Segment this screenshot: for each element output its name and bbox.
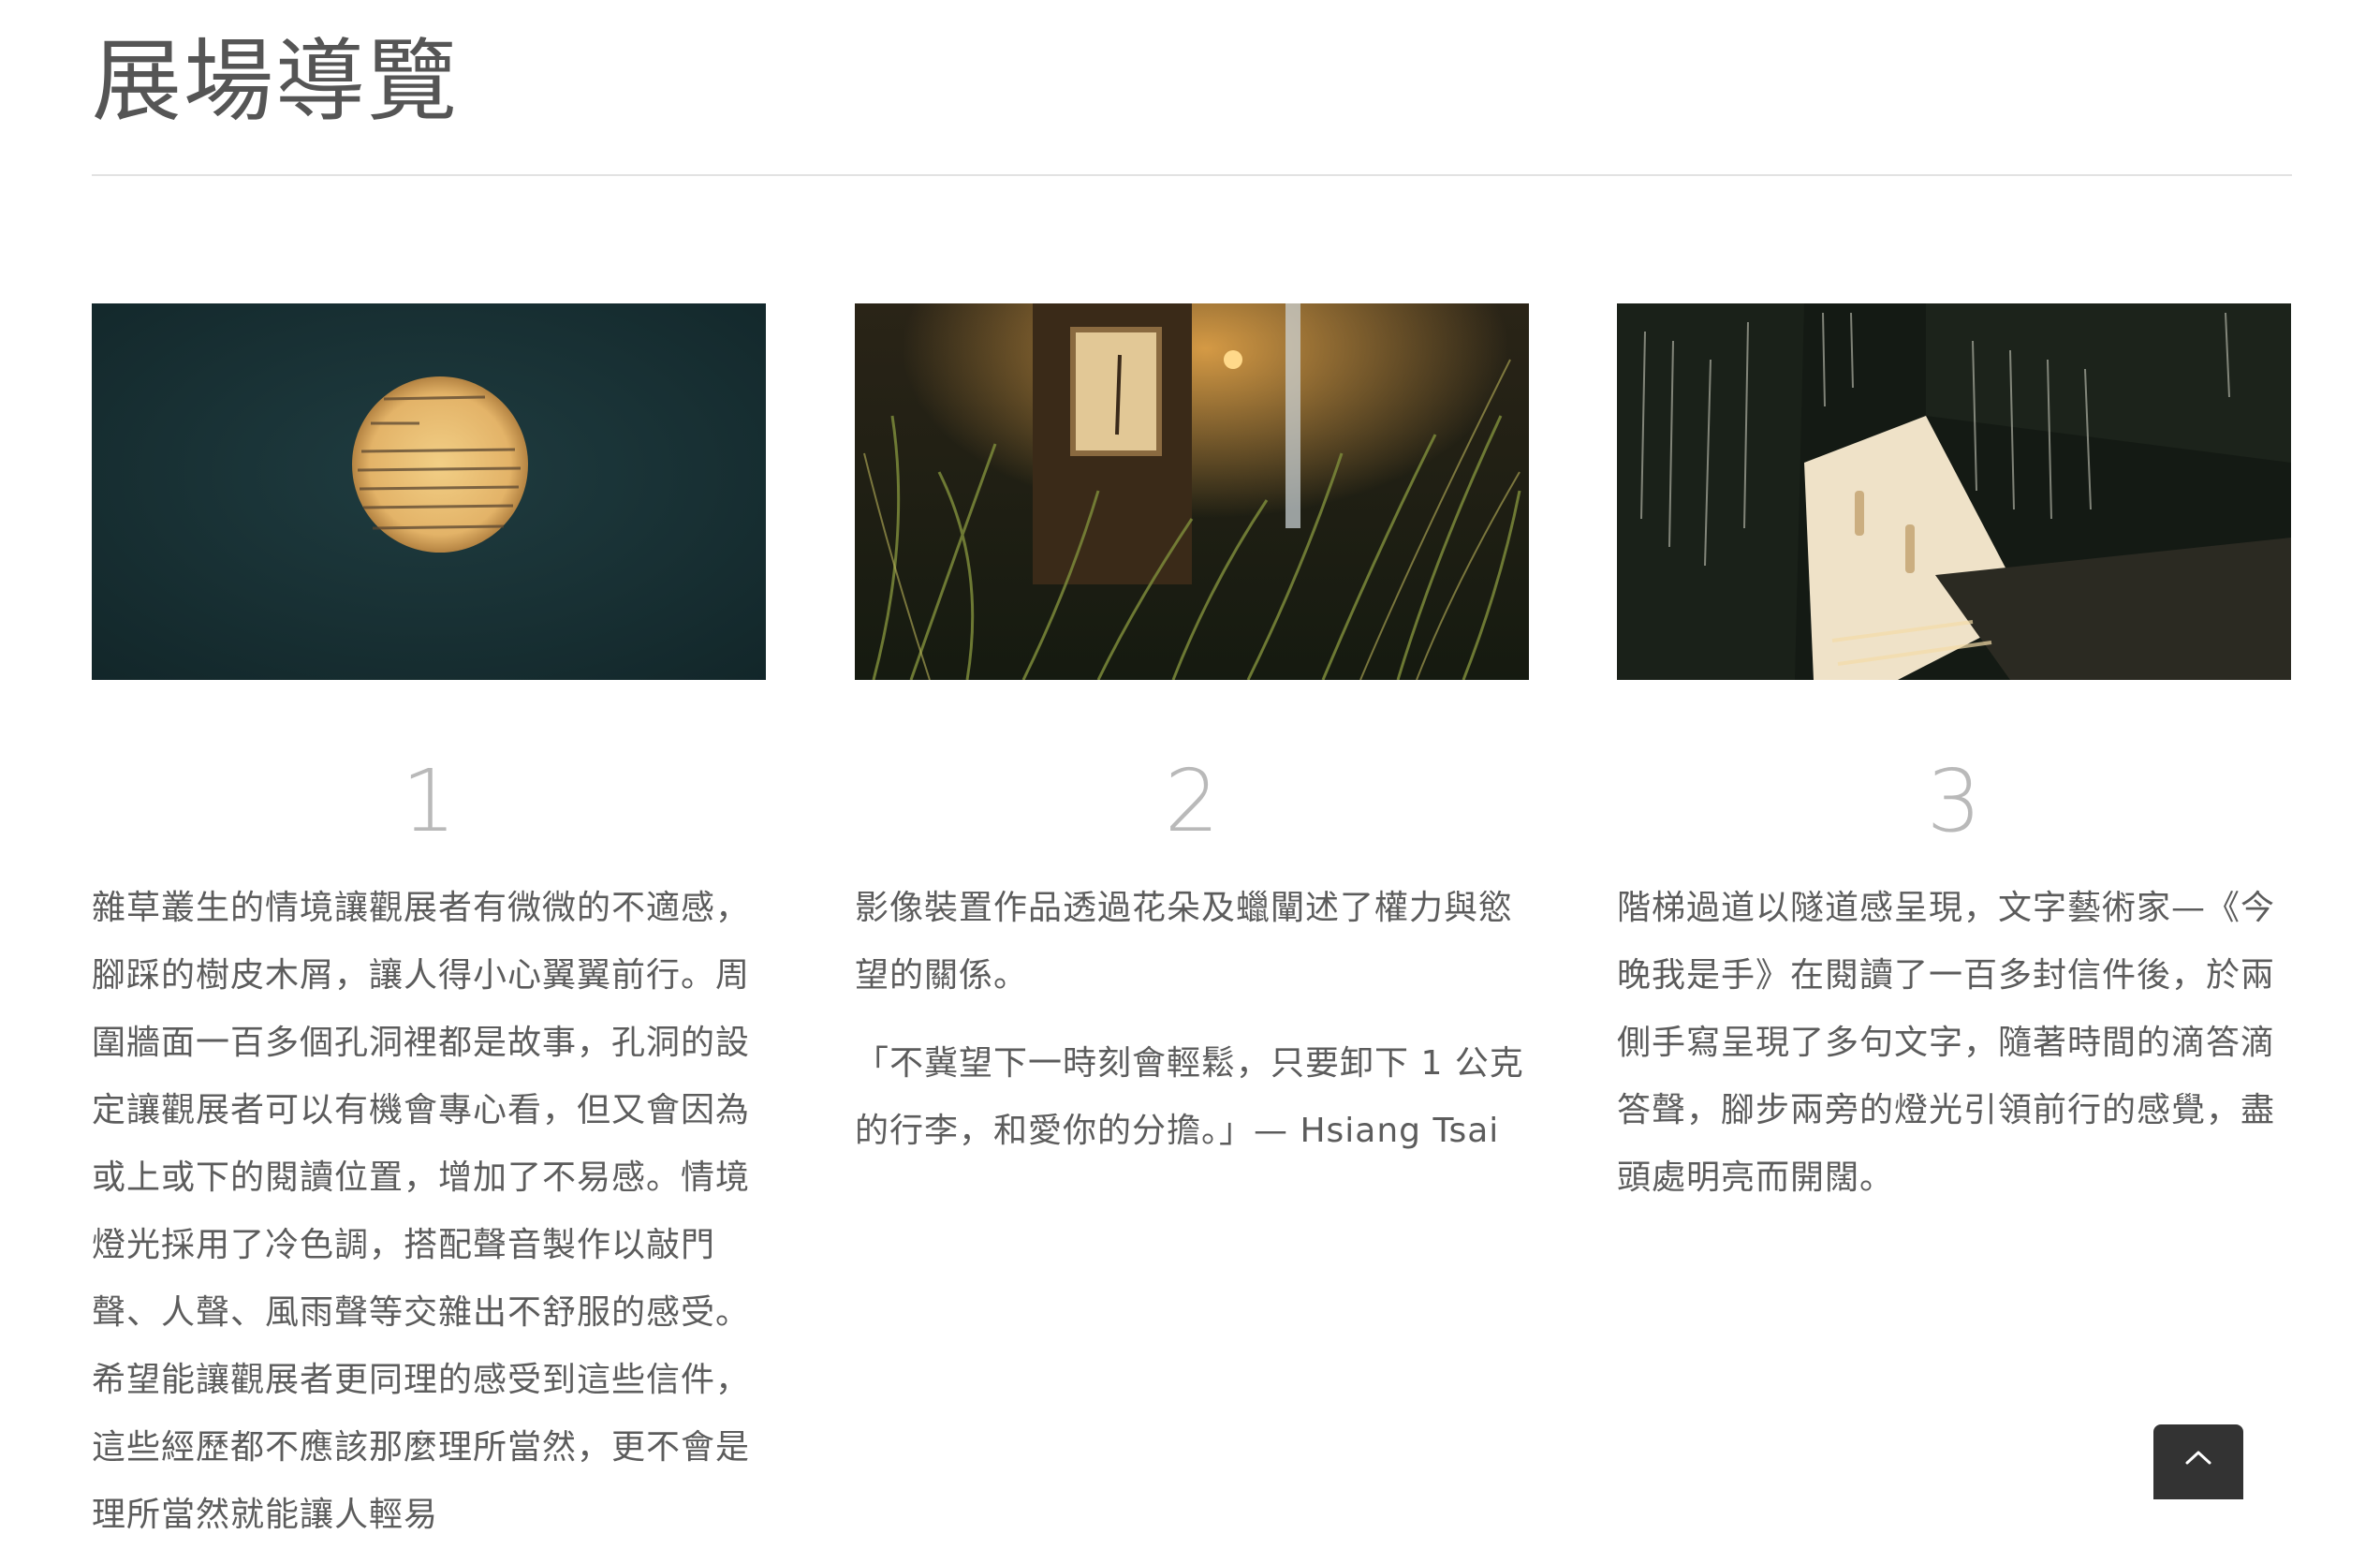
- section-3-image: [1617, 303, 2291, 680]
- section-2-photo: [855, 303, 1529, 680]
- section-number: 1: [401, 751, 457, 851]
- title-divider: [92, 174, 2292, 176]
- section-card-3: 3 階梯過道以隧道感呈現，文字藝術家—《今晚我是手》在閱讀了一百多封信件後，於兩…: [1617, 303, 2291, 1212]
- section-description: 影像裝置作品透過花朵及蠟闡述了權力與慾望的關係。 「不冀望下一時刻會輕鬆，只要卸…: [855, 875, 1529, 1165]
- section-card-2: 2 影像裝置作品透過花朵及蠟闡述了權力與慾望的關係。 「不冀望下一時刻會輕鬆，只…: [855, 303, 1529, 1165]
- page-title: 展場導覽: [92, 29, 459, 134]
- back-to-top-button[interactable]: [2153, 1424, 2243, 1499]
- section-number: 2: [1164, 751, 1220, 851]
- chevron-up-icon: [2185, 1451, 2211, 1465]
- section-card-1: 1 雜草叢生的情境讓觀展者有微微的不適感，腳踩的樹皮木屑，讓人得小心翼翼前行。周…: [92, 303, 766, 1549]
- section-description: 雜草叢生的情境讓觀展者有微微的不適感，腳踩的樹皮木屑，讓人得小心翼翼前行。周圍牆…: [92, 875, 766, 1549]
- section-number: 3: [1926, 751, 1982, 851]
- section-paragraph: 雜草叢生的情境讓觀展者有微微的不適感，腳踩的樹皮木屑，讓人得小心翼翼前行。周圍牆…: [92, 889, 751, 1534]
- section-1-image: [92, 303, 766, 680]
- section-paragraph: 影像裝置作品透過花朵及蠟闡述了權力與慾望的關係。: [855, 889, 1514, 995]
- section-description: 階梯過道以隧道感呈現，文字藝術家—《今晚我是手》在閱讀了一百多封信件後，於兩側手…: [1617, 875, 2291, 1212]
- section-paragraph: 階梯過道以隧道感呈現，文字藝術家—《今晚我是手》在閱讀了一百多封信件後，於兩側手…: [1617, 889, 2276, 1197]
- exhibition-guide-page: 展場導覽 1 雜草叢生的情境讓觀展者有微微的不適感，腳踩的樹皮木屑，讓人得小心翼…: [92, 0, 2292, 1534]
- section-3-photo: [1617, 303, 2291, 680]
- section-1-photo: [92, 303, 766, 680]
- section-quote: 「不冀望下一時刻會輕鬆，只要卸下 1 公克的行李，和愛你的分擔。」— Hsian…: [855, 1044, 1524, 1150]
- section-2-image: [855, 303, 1529, 680]
